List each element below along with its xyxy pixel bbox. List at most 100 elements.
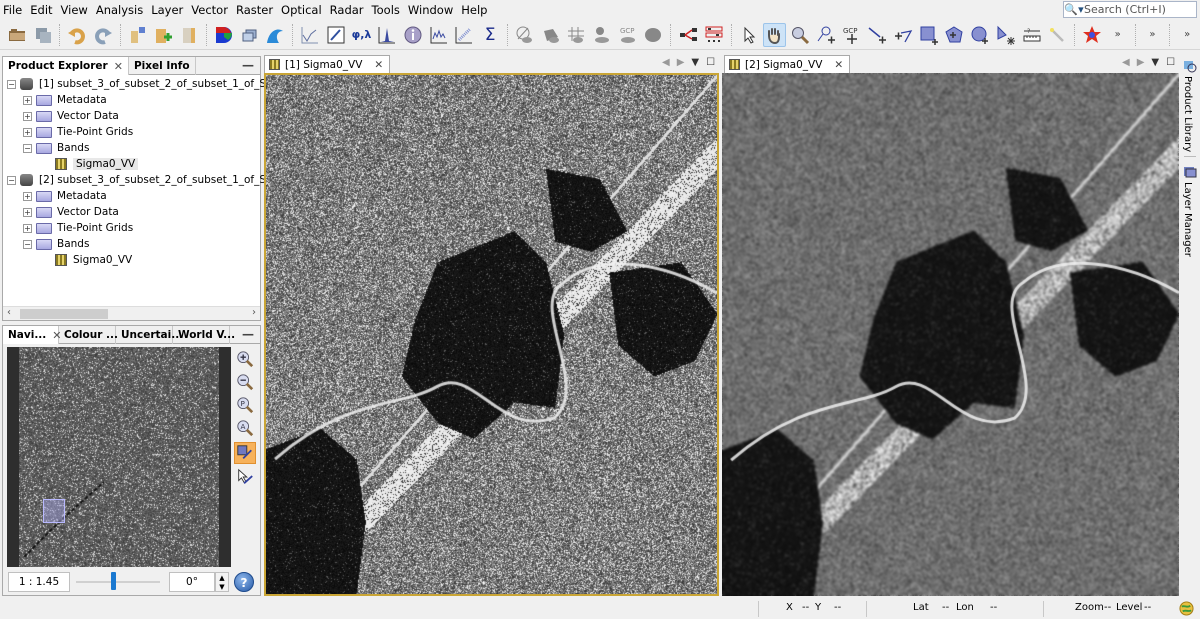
menu-vector[interactable]: Vector [187,0,232,20]
product-library-tab[interactable]: Product Library [1182,76,1193,152]
expand-icon[interactable]: + [23,127,32,137]
tree-item-tie-point-grids[interactable]: + Tie-Point Grids [3,124,260,140]
menu-file[interactable]: File [0,0,26,20]
measure-button[interactable]: ? [1020,23,1043,47]
zoom-out-button[interactable] [234,371,256,393]
export-button[interactable] [178,23,201,47]
zoom-tool-button[interactable] [789,23,812,47]
import-raster-button[interactable] [126,23,149,47]
mask-manager-button[interactable] [513,23,536,47]
spin-down-icon[interactable]: ▼ [219,583,224,591]
band-maths-button[interactable] [324,23,347,47]
sync-views-button[interactable] [234,442,256,464]
rotation-field[interactable]: 0° [169,572,215,592]
tree-item-band-sigma0-vv-1[interactable]: Sigma0_VV [3,156,260,172]
minimize-button[interactable]: — [242,326,254,342]
tab-dropdown-icon[interactable]: ▼ [1151,57,1159,68]
geo-coding-button[interactable]: φ,λ [350,23,373,47]
tree-item-metadata[interactable]: + Metadata [3,92,260,108]
scroll-tabs-left-icon[interactable]: ◀ [1122,57,1130,68]
tab-view-1[interactable]: [1] Sigma0_VV ✕ [264,55,391,73]
tab-colour-manipulation[interactable]: Colour ... [59,326,118,344]
close-icon[interactable]: ✕ [834,59,843,71]
tree-item-metadata[interactable]: + Metadata [3,188,260,204]
toolbar-overflow-button-2[interactable]: » [1141,23,1164,47]
scroll-tabs-right-icon[interactable]: ▶ [1137,57,1145,68]
zoom-pixel-button[interactable]: P [234,394,256,416]
tab-product-explorer[interactable]: Product Explorer ✕ [3,57,129,75]
search-icon[interactable]: 🔍▾ [1064,2,1084,17]
help-button[interactable]: ? [234,572,254,592]
spin-up-icon[interactable]: ▲ [219,574,224,582]
image-view-1[interactable] [264,73,719,596]
tab-view-2[interactable]: [2] Sigma0_VV ✕ [724,55,851,73]
zoom-slider-track[interactable] [76,581,160,583]
pin-button[interactable] [591,23,614,47]
rectangle-drawing-button[interactable] [917,23,940,47]
tree-item-vector-data[interactable]: + Vector Data [3,108,260,124]
tab-dropdown-icon[interactable]: ▼ [691,57,699,68]
layer-manager-tab[interactable]: Layer Manager [1182,182,1193,257]
zoom-slider-thumb[interactable] [111,572,116,590]
product-node-2[interactable]: − [2] subset_3_of_subset_2_of_subset_1_o… [3,172,299,188]
tab-world-view[interactable]: World V... [173,326,235,344]
maximize-icon[interactable]: ☐ [706,57,715,68]
collapse-icon[interactable]: − [7,79,16,89]
scale-field[interactable]: 1 : 1.45 [8,572,70,592]
tab-navigation[interactable]: Navi... ✕ [3,326,62,344]
magic-wand-button[interactable] [1046,23,1069,47]
polygon-drawing-button[interactable] [943,23,966,47]
rgb-image-button[interactable] [213,23,236,47]
pin-placing-button[interactable] [814,23,837,47]
collapse-icon[interactable]: − [7,175,16,185]
graph-builder-button[interactable] [677,23,700,47]
menu-help[interactable]: Help [457,0,491,20]
expand-icon[interactable]: + [23,191,32,201]
menu-edit[interactable]: Edit [26,0,56,20]
menu-raster[interactable]: Raster [232,0,277,20]
tab-pixel-info[interactable]: Pixel Info [129,57,196,75]
profile-plot-button[interactable] [427,23,450,47]
sync-cursor-button[interactable] [234,466,256,488]
menu-optical[interactable]: Optical [277,0,326,20]
gcp-placing-button[interactable]: GCP [840,23,863,47]
collapse-icon[interactable]: − [23,239,32,249]
close-icon[interactable]: ✕ [114,60,123,73]
expand-icon[interactable]: + [23,223,32,233]
menu-window[interactable]: Window [404,0,457,20]
wave-button[interactable] [264,23,287,47]
open-product-button[interactable] [6,23,29,47]
redo-button[interactable] [92,23,115,47]
add-product-button[interactable] [152,23,175,47]
menu-analysis[interactable]: Analysis [92,0,147,20]
globe-icon[interactable] [1179,601,1194,616]
horizontal-scrollbar[interactable]: ‹ › [3,306,260,320]
rotation-spinner[interactable]: ▲ ▼ [215,572,229,592]
expand-icon[interactable]: + [23,207,32,217]
ellipse-drawing-button[interactable] [969,23,992,47]
viewport-rectangle[interactable] [43,499,65,523]
scroll-right-icon[interactable]: › [252,307,256,318]
expand-icon[interactable]: + [23,111,32,121]
expand-icon[interactable]: + [23,95,32,105]
close-icon[interactable]: ✕ [374,59,383,71]
menu-tools[interactable]: Tools [368,0,404,20]
select-tool-button[interactable] [737,23,760,47]
scroll-left-icon[interactable]: ‹ [7,307,11,318]
tree-item-tie-point-grids[interactable]: + Tie-Point Grids [3,220,260,236]
tile-windows-button[interactable] [238,23,261,47]
zoom-all-button[interactable]: A [234,417,256,439]
range-finder-button[interactable] [994,23,1017,47]
tree-item-bands[interactable]: − Bands [3,236,260,252]
zoom-in-button[interactable] [234,348,256,370]
pan-tool-button[interactable] [762,22,786,47]
save-product-button[interactable] [31,23,54,47]
batch-processing-button[interactable] [702,23,725,47]
scatter-plot-button[interactable] [453,23,476,47]
collapse-icon[interactable]: − [23,143,32,153]
polyline-drawing-button[interactable] [892,23,915,47]
tree-item-band-sigma0-vv-2[interactable]: Sigma0_VV [3,252,260,268]
scroll-tabs-right-icon[interactable]: ▶ [677,57,685,68]
toolbar-overflow-button-3[interactable]: » [1176,23,1199,47]
spectrum-view-button[interactable] [299,23,322,47]
